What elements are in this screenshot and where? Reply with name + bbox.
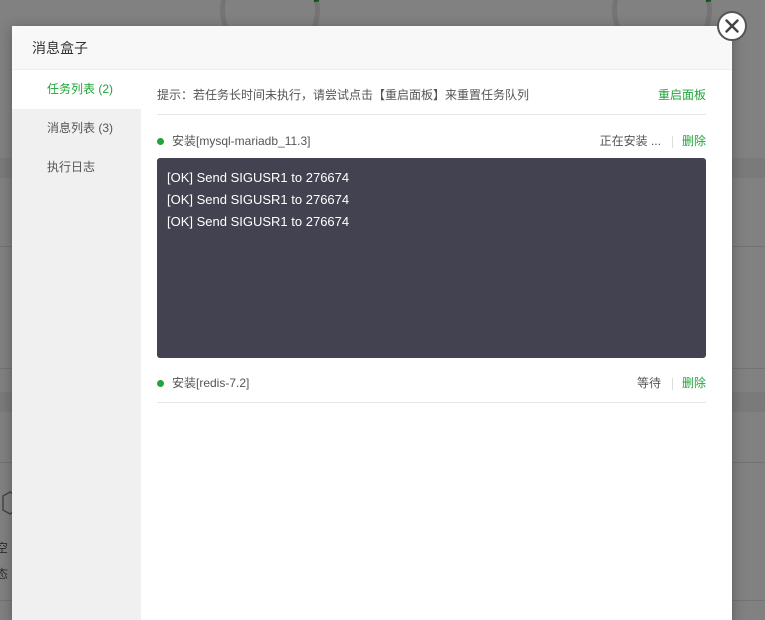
task-log-output[interactable]: [OK] Send SIGUSR1 to 276674 [OK] Send SI…: [157, 158, 706, 358]
status-dot-icon: [157, 380, 164, 387]
sidebar-item-label: 消息列表 (3): [47, 121, 114, 135]
sidebar-item-task-list[interactable]: 任务列表 (2): [12, 70, 141, 109]
log-line: [OK] Send SIGUSR1 to 276674: [167, 214, 350, 229]
tip-text: 提示：若任务长时间未执行，请尝试点击【重启面板】来重置任务队列: [157, 88, 530, 102]
task-name: 安装[mysql-mariadb_11.3]: [172, 134, 311, 148]
message-box-modal: 消息盒子 任务列表 (2) 消息列表 (3) 执行日志 提示：若任务长时间未执行…: [12, 26, 732, 620]
task-actions: 正在安装 ... 删除: [600, 124, 706, 158]
task-row: 安装[mysql-mariadb_11.3] 正在安装 ... 删除: [157, 124, 706, 158]
delete-task-button[interactable]: 删除: [682, 134, 706, 148]
restart-panel-link[interactable]: 重启面板: [658, 70, 706, 120]
status-dot-icon: [157, 138, 164, 145]
log-line: [OK] Send SIGUSR1 to 276674: [167, 170, 350, 185]
close-icon: [725, 19, 739, 33]
modal-title: 消息盒子: [32, 40, 88, 56]
task-actions: 等待 删除: [637, 366, 706, 400]
close-modal-button[interactable]: [717, 11, 747, 41]
log-line: [OK] Send SIGUSR1 to 276674: [167, 192, 350, 207]
modal-sidebar: 任务列表 (2) 消息列表 (3) 执行日志: [12, 70, 141, 620]
task-status: 正在安装 ...: [599, 134, 661, 148]
tip-bar: 提示：若任务长时间未执行，请尝试点击【重启面板】来重置任务队列 重启面板: [157, 70, 706, 115]
sidebar-item-label: 执行日志: [47, 160, 96, 174]
sidebar-item-execution-log[interactable]: 执行日志: [12, 148, 141, 187]
delete-task-button[interactable]: 删除: [682, 376, 706, 390]
task-list-panel: 提示：若任务长时间未执行，请尝试点击【重启面板】来重置任务队列 重启面板 安装[…: [157, 70, 706, 620]
task-row: 安装[redis-7.2] 等待 删除: [157, 366, 706, 403]
modal-header: 消息盒子: [12, 26, 732, 70]
action-divider: [671, 135, 673, 148]
sidebar-item-label: 任务列表 (2): [47, 82, 114, 96]
sidebar-item-message-list[interactable]: 消息列表 (3): [12, 109, 141, 148]
task-status: 等待: [636, 376, 661, 390]
task-name: 安装[redis-7.2]: [172, 376, 250, 390]
action-divider: [671, 377, 673, 390]
